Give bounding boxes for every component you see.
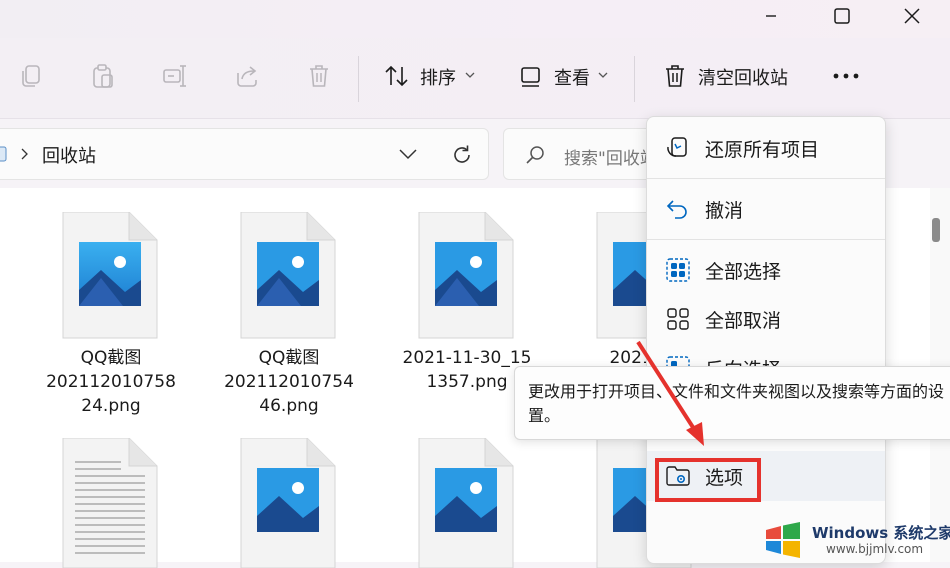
chevron-down-icon	[598, 72, 608, 78]
menu-divider	[647, 239, 885, 240]
menu-item-label: 还原所有项目	[705, 139, 820, 161]
share-icon[interactable]	[234, 63, 260, 89]
copy-icon[interactable]	[18, 63, 44, 89]
scrollbar-thumb[interactable]	[932, 218, 940, 242]
watermark-url: www.bjjmlv.com	[826, 542, 924, 556]
separator	[358, 56, 359, 102]
view-icon	[521, 67, 540, 87]
image-file-icon	[418, 212, 514, 339]
annotation-arrow	[636, 340, 704, 446]
file-name: QQ截图 202112010758 24.png	[31, 346, 191, 418]
chevron-down-icon	[465, 72, 475, 78]
undo-icon	[666, 200, 687, 219]
history-dropdown-icon[interactable]	[398, 148, 418, 160]
view-button[interactable]: 查看	[554, 64, 590, 90]
image-file-icon	[240, 212, 336, 339]
file-name-line: 202112010754	[224, 372, 354, 392]
menu-item-undo[interactable]: 撤消	[647, 184, 885, 234]
tooltip: 更改用于打开项目、文件和文件夹视图以及搜索等方面的设置。	[514, 366, 950, 440]
file-name-line: QQ截图	[258, 348, 320, 368]
delete-icon[interactable]	[306, 63, 332, 89]
select-all-icon	[666, 258, 690, 282]
file-name-line: 46.png	[259, 396, 319, 416]
sort-icon	[385, 65, 408, 87]
search-icon	[526, 146, 544, 164]
image-file-icon	[240, 438, 336, 568]
windows-logo-icon	[766, 522, 800, 558]
minimize-button[interactable]	[748, 0, 794, 32]
menu-item-restore-all[interactable]: 还原所有项目	[647, 123, 885, 173]
rename-icon[interactable]	[162, 63, 188, 89]
highlight-box	[655, 458, 761, 502]
title-bar	[0, 0, 950, 38]
more-icon[interactable]	[832, 71, 860, 81]
refresh-icon[interactable]	[450, 143, 474, 167]
close-icon	[904, 8, 920, 24]
document-file-icon	[62, 438, 158, 568]
command-bar: 排序 查看 清空回收站	[0, 38, 950, 119]
maximize-icon	[834, 8, 850, 24]
search-input[interactable]: 搜索"回收站	[564, 144, 657, 169]
close-button[interactable]	[889, 0, 935, 32]
breadcrumb-location[interactable]: 回收站	[42, 142, 96, 168]
empty-recycle-bin-button[interactable]: 清空回收站	[698, 64, 788, 90]
paste-icon[interactable]	[90, 63, 116, 89]
recycle-bin-icon	[666, 65, 684, 87]
chevron-right-icon[interactable]	[20, 148, 30, 160]
file-name-line: 24.png	[81, 396, 141, 416]
image-file-icon	[62, 212, 158, 339]
menu-divider	[647, 178, 885, 179]
maximize-button[interactable]	[819, 0, 865, 32]
file-name-line: QQ截图	[80, 348, 142, 368]
restore-icon	[667, 137, 687, 157]
menu-item-label: 撤消	[705, 200, 744, 222]
sort-button[interactable]: 排序	[420, 64, 456, 90]
separator	[634, 56, 635, 102]
address-bar[interactable]: 回收站	[0, 128, 489, 180]
menu-item-select-all[interactable]: 全部选择	[647, 245, 885, 295]
tooltip-text: 更改用于打开项目、文件和文件夹视图以及搜索等方面的设置。	[528, 382, 945, 425]
watermark-brand: Windows 系统之家	[812, 524, 950, 542]
recycle-bin-small-icon	[0, 146, 7, 162]
watermark: Windows 系统之家 www.bjjmlv.com	[760, 512, 950, 562]
file-name-line: 202112010758	[46, 372, 176, 392]
minimize-icon	[766, 15, 776, 17]
select-none-icon	[667, 308, 689, 330]
image-file-icon	[418, 438, 514, 568]
menu-item-label: 全部取消	[705, 310, 782, 332]
menu-item-label: 全部选择	[705, 261, 782, 283]
file-name: QQ截图 202112010754 46.png	[209, 346, 369, 418]
